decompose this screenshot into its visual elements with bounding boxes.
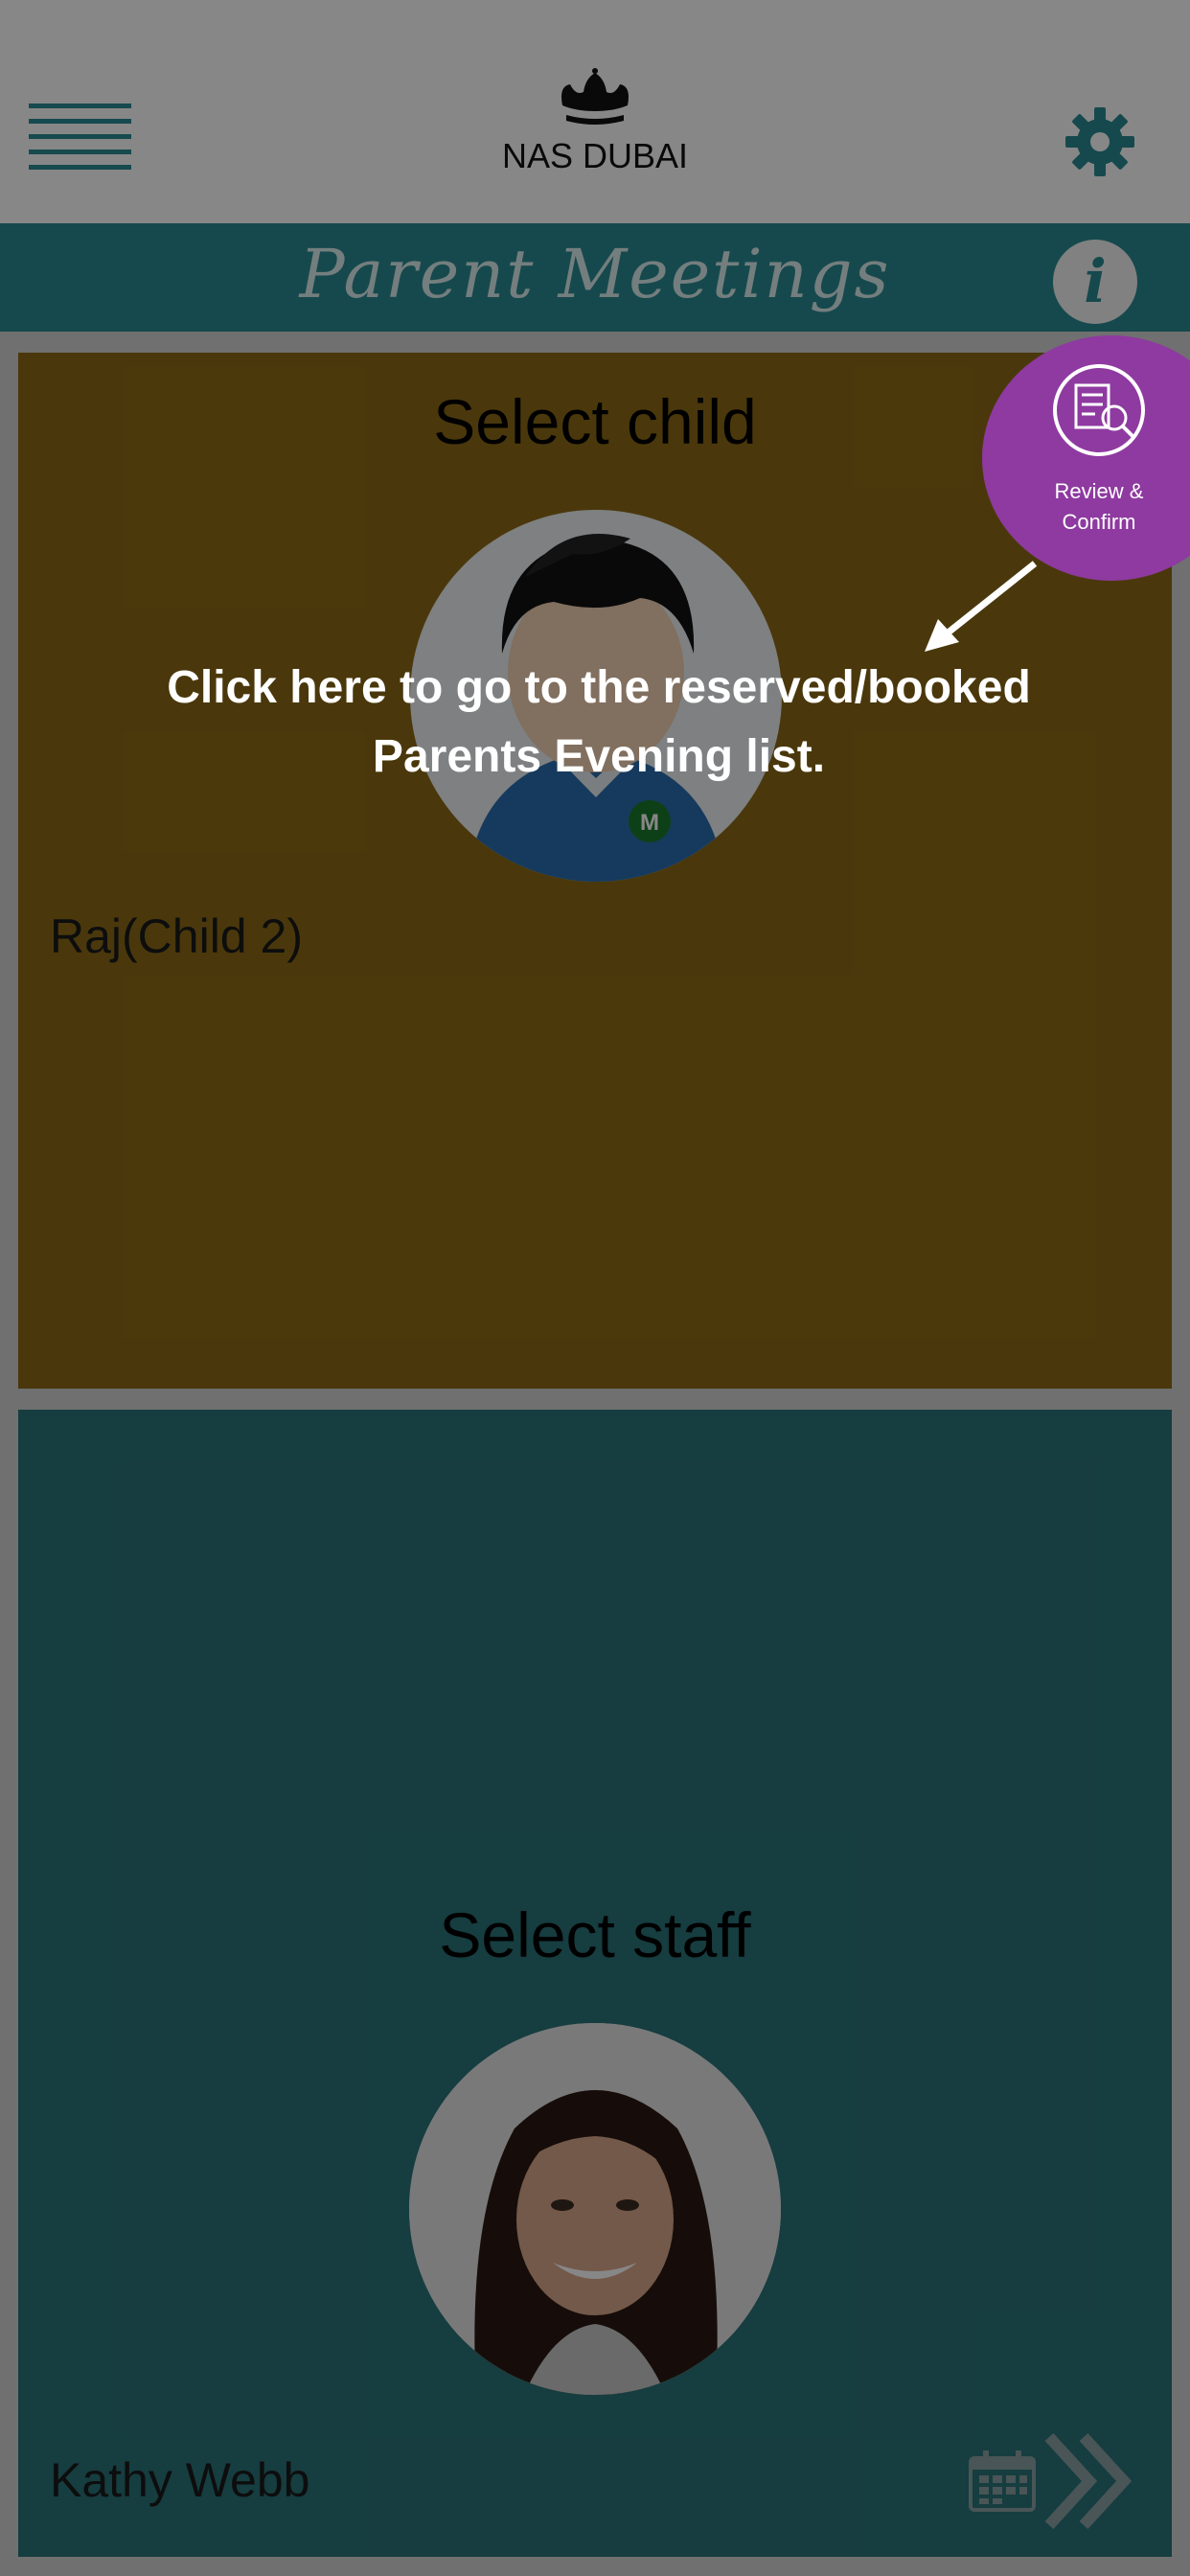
school-logo: NAS DUBAI bbox=[450, 67, 740, 192]
app-header: NAS DUBAI bbox=[0, 0, 1190, 223]
gear-icon[interactable] bbox=[1064, 105, 1136, 178]
page-title: Parent Meetings bbox=[299, 235, 891, 313]
page-title-bar: Parent Meetings bbox=[0, 223, 1190, 332]
staff-name: Kathy Webb bbox=[50, 2453, 310, 2507]
select-staff-heading: Select staff bbox=[439, 1899, 751, 1970]
select-staff-panel[interactable]: Select staff Kathy Webb bbox=[18, 1410, 1172, 2557]
avatar-badge: M bbox=[640, 810, 659, 836]
staff-avatar[interactable] bbox=[409, 2023, 781, 2395]
crown-icon bbox=[561, 68, 629, 125]
child-name: Raj(Child 2) bbox=[50, 909, 303, 963]
hint-arrow-icon bbox=[925, 561, 1038, 652]
review-document-icon bbox=[1053, 364, 1145, 456]
hint-line2: Parents Evening list. bbox=[372, 731, 826, 782]
review-label-line2: Confirm bbox=[1062, 510, 1136, 534]
info-button[interactable]: i bbox=[1053, 240, 1137, 324]
next-chevrons-icon[interactable] bbox=[1040, 2429, 1135, 2533]
hint-line1: Click here to go to the reserved/booked bbox=[167, 662, 1031, 713]
review-confirm-label: Review & Confirm bbox=[1027, 476, 1171, 538]
calendar-icon[interactable] bbox=[968, 2449, 1037, 2512]
review-confirm-button[interactable] bbox=[982, 335, 1190, 581]
logo-text: NAS DUBAI bbox=[501, 136, 689, 175]
hamburger-menu-icon[interactable] bbox=[29, 104, 131, 171]
coach-mark-hint: Click here to go to the reserved/booked … bbox=[115, 654, 1083, 792]
review-label-line1: Review & bbox=[1054, 479, 1144, 503]
staff-photo-icon bbox=[409, 2023, 781, 2395]
